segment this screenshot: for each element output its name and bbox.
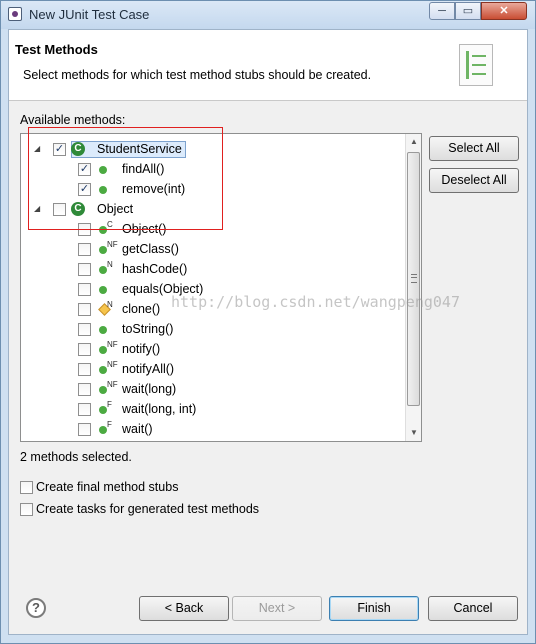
cancel-button[interactable]: Cancel: [428, 596, 518, 621]
scroll-thumb[interactable]: [407, 152, 420, 406]
method-name: wait(long, int): [122, 402, 197, 416]
method-modifier-badge: NF: [107, 380, 118, 389]
scroll-down-arrow-icon[interactable]: ▼: [406, 425, 421, 441]
title-bar[interactable]: New JUnit Test Case ─ ▭ ✕: [1, 1, 535, 29]
annotation-highlight-box: [28, 127, 223, 230]
method-name: notifyAll(): [122, 362, 175, 376]
method-modifier-badge: N: [107, 260, 113, 269]
method-checkbox[interactable]: [78, 403, 91, 416]
final-stubs-label: Create final method stubs: [36, 480, 179, 494]
next-button[interactable]: Next >: [232, 596, 322, 621]
method-checkbox[interactable]: [78, 283, 91, 296]
method-name: getClass(): [122, 242, 179, 256]
public-method-icon: [99, 326, 107, 334]
back-button[interactable]: < Back: [139, 596, 229, 621]
tree-row-method[interactable]: NF notify(): [21, 340, 405, 360]
maximize-button[interactable]: ▭: [455, 2, 481, 20]
method-checkbox[interactable]: [78, 323, 91, 336]
tree-row-method[interactable]: Fwait(): [21, 420, 405, 440]
method-checkbox[interactable]: [78, 263, 91, 276]
grip-icon: [411, 274, 417, 283]
public-method-icon: [99, 246, 107, 254]
selection-status: 2 methods selected.: [20, 450, 132, 464]
method-name: wait(): [122, 422, 153, 436]
tree-row-method[interactable]: NF notifyAll(): [21, 360, 405, 380]
vertical-scrollbar[interactable]: ▲ ▼: [405, 134, 421, 441]
create-tasks-checkbox[interactable]: [20, 503, 33, 516]
close-button[interactable]: ✕: [481, 2, 527, 20]
public-method-icon: [99, 346, 107, 354]
create-tasks-label: Create tasks for generated test methods: [36, 502, 260, 516]
junit-wizard-icon: [459, 44, 493, 86]
tree-row-method[interactable]: NhashCode(): [21, 260, 405, 280]
tree-row-method[interactable]: Fwait(long, int): [21, 400, 405, 420]
page-title: Test Methods: [15, 42, 98, 57]
method-checkbox[interactable]: [78, 363, 91, 376]
method-modifier-badge: NF: [107, 340, 118, 349]
method-modifier-badge: NF: [107, 240, 118, 249]
method-name: toString(): [122, 322, 174, 336]
method-checkbox[interactable]: [78, 343, 91, 356]
wizard-body: Test Methods Select methods for which te…: [8, 29, 528, 635]
method-name: clone(): [122, 302, 161, 316]
method-checkbox[interactable]: [78, 243, 91, 256]
method-modifier-badge: F: [107, 400, 112, 409]
public-method-icon: [99, 426, 107, 434]
method-name: hashCode(): [122, 262, 188, 276]
public-method-icon: [99, 286, 107, 294]
method-name: notify(): [122, 342, 161, 356]
public-method-icon: [99, 266, 107, 274]
minimize-button[interactable]: ─: [429, 2, 455, 20]
method-name: wait(long): [122, 382, 177, 396]
eclipse-app-icon: [8, 7, 22, 21]
deselect-all-button[interactable]: Deselect All: [429, 168, 519, 193]
public-method-icon: [99, 406, 107, 414]
scroll-up-arrow-icon[interactable]: ▲: [406, 134, 421, 150]
method-checkbox[interactable]: [78, 423, 91, 436]
method-modifier-badge: F: [107, 420, 112, 429]
page-description: Select methods for which test method stu…: [23, 68, 372, 82]
tree-row-method[interactable]: NF wait(long): [21, 380, 405, 400]
method-modifier-badge: N: [107, 300, 113, 309]
help-icon[interactable]: ?: [26, 598, 46, 618]
wizard-header: Test Methods Select methods for which te…: [9, 30, 527, 101]
select-all-button[interactable]: Select All: [429, 136, 519, 161]
public-method-icon: [99, 366, 107, 374]
dialog-window: New JUnit Test Case ─ ▭ ✕ Test Methods S…: [0, 0, 536, 644]
available-methods-label: Available methods:: [20, 113, 126, 127]
final-stubs-checkbox[interactable]: [20, 481, 33, 494]
method-checkbox[interactable]: [78, 303, 91, 316]
tree-row-method[interactable]: NF getClass(): [21, 240, 405, 260]
public-method-icon: [99, 386, 107, 394]
finish-button[interactable]: Finish: [329, 596, 419, 621]
watermark: http://blog.csdn.net/wangpeng047: [171, 293, 460, 311]
method-checkbox[interactable]: [78, 383, 91, 396]
tree-row-method[interactable]: toString(): [21, 320, 405, 340]
window-title: New JUnit Test Case: [29, 7, 150, 22]
method-modifier-badge: NF: [107, 360, 118, 369]
